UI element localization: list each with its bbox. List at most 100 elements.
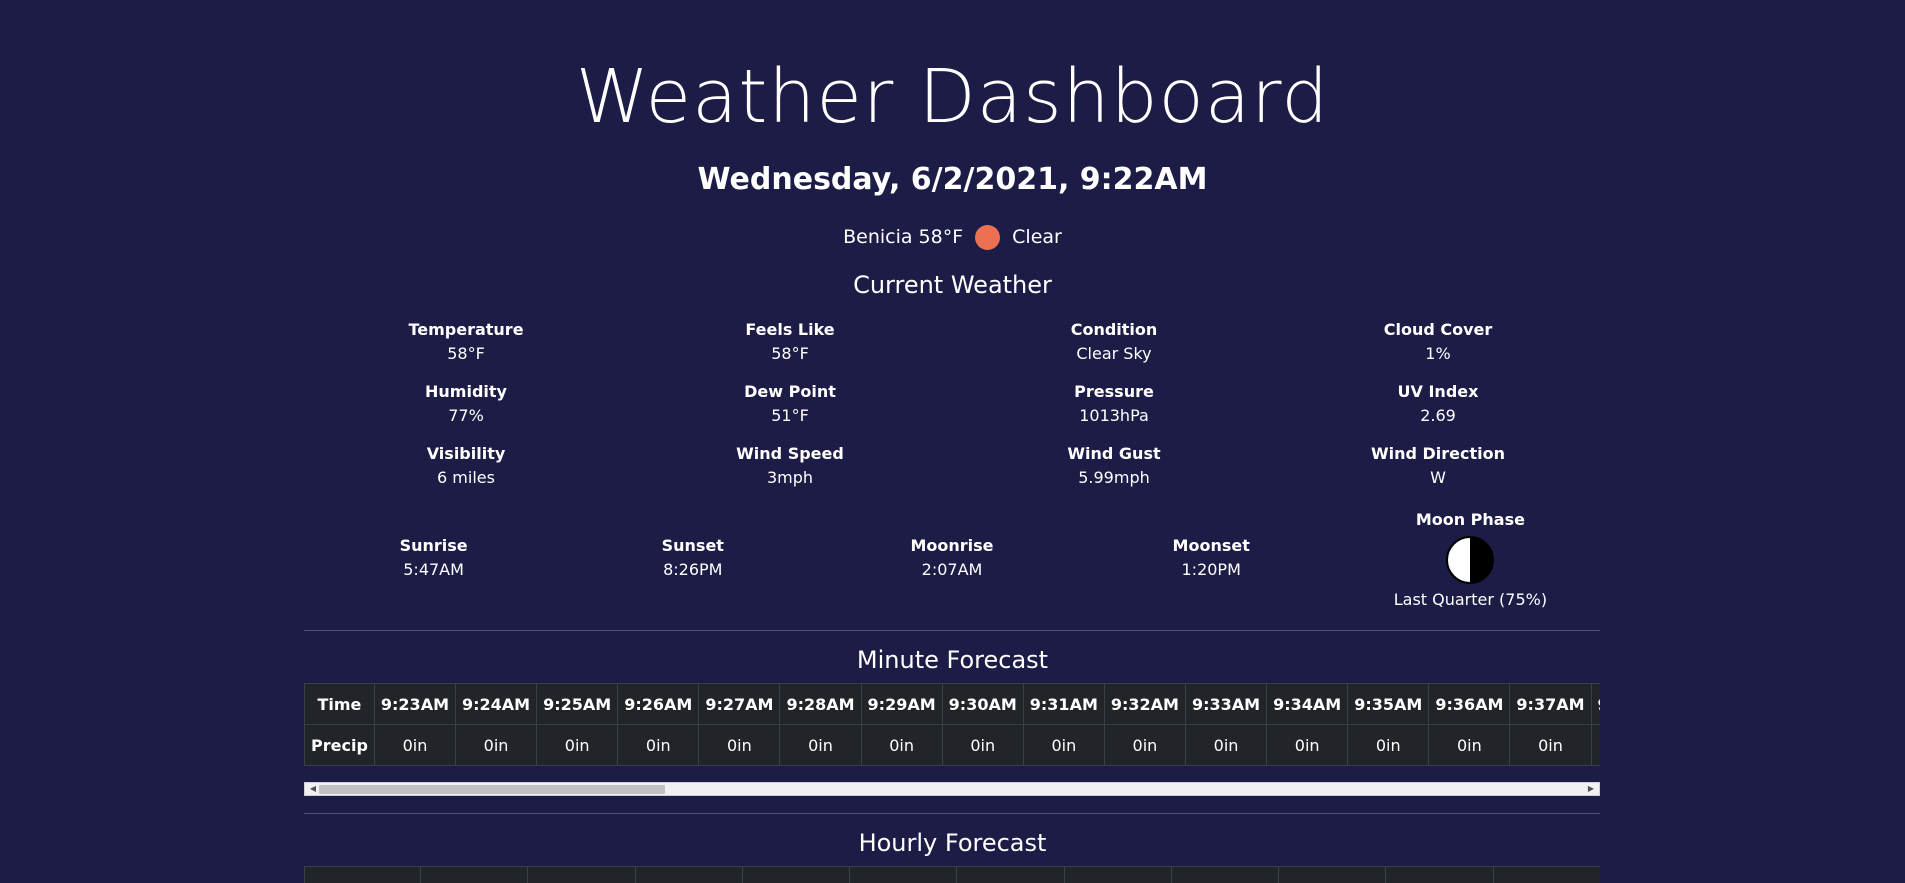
metric-value: 5.99mph xyxy=(1078,468,1150,487)
metric-label: UV Index xyxy=(1397,382,1479,401)
minute-precip-cell: 0in xyxy=(1266,724,1349,766)
metric-visibility: Visibility 6 miles xyxy=(304,442,628,490)
astro-sunrise: Sunrise 5:47AM xyxy=(304,534,563,612)
metric-label: Condition xyxy=(1070,320,1158,339)
astro-label: Moonset xyxy=(1172,536,1250,555)
metric-label: Dew Point xyxy=(744,382,836,401)
minute-precip-cell: 0in xyxy=(860,724,943,766)
minute-time-cell: 9:23AM xyxy=(373,683,457,725)
current-weather-grid: Temperature 58°F Feels Like 58°F Condition… xyxy=(304,318,1600,490)
astro-moonset: Moonset 1:20PM xyxy=(1082,534,1341,612)
metric-value: 58°F xyxy=(771,344,809,363)
metric-label: Wind Gust xyxy=(1067,444,1161,463)
astro-value: Last Quarter (75%) xyxy=(1393,590,1548,609)
metric-dew-point: Dew Point 51°F xyxy=(628,380,952,428)
current-datetime: Wednesday, 6/2/2021, 9:22AM xyxy=(697,162,1208,197)
minute-time-cell: 9:24AM xyxy=(454,683,538,725)
minute-precip-cell: 0in xyxy=(941,724,1024,766)
minute-time-cell: 9:26AM xyxy=(617,683,700,725)
astro-moon-phase: Moon Phase Last Quarter (75%) xyxy=(1341,508,1600,612)
metric-cloud-cover: Cloud Cover 1% xyxy=(1276,318,1600,366)
row-header-time: Time xyxy=(304,683,375,725)
metric-value: 3mph xyxy=(766,468,814,487)
table-cell xyxy=(420,866,528,883)
summary-temperature: 58°F xyxy=(918,226,964,248)
metric-value: 1% xyxy=(1425,344,1451,363)
minute-time-cell: 9:29AM xyxy=(860,683,943,725)
metric-wind-gust: Wind Gust 5.99mph xyxy=(952,442,1276,490)
sun-icon xyxy=(975,224,1001,250)
minute-time-cell: 9:36AM xyxy=(1428,683,1511,725)
location-name: Benicia xyxy=(843,226,913,248)
astro-value: 2:07AM xyxy=(921,560,983,579)
astronomy-row: Sunrise 5:47AM Sunset 8:26PM Moonrise 2:07A… xyxy=(304,508,1600,612)
table-cell xyxy=(527,866,635,883)
table-cell xyxy=(741,866,850,883)
metric-value: 6 miles xyxy=(437,468,495,487)
divider xyxy=(304,813,1600,814)
minute-time-cell: 9:27AM xyxy=(698,683,781,725)
weather-dashboard-page: Weather Dashboard Wednesday, 6/2/2021, 9… xyxy=(0,0,1905,883)
minute-time-cell: 9:35AM xyxy=(1347,683,1430,725)
metric-value: 51°F xyxy=(771,406,809,425)
metric-humidity: Humidity 77% xyxy=(304,380,628,428)
minute-time-cell: 9:33AM xyxy=(1184,683,1268,725)
minute-precip-cell: 0in xyxy=(1022,724,1105,766)
metric-pressure: Pressure 1013hPa xyxy=(952,380,1276,428)
astro-label: Moonrise xyxy=(910,536,994,555)
astro-value: 1:20PM xyxy=(1181,560,1241,579)
minute-precip-cell: 0in xyxy=(1103,724,1186,766)
current-weather-heading: Current Weather xyxy=(853,271,1052,299)
metric-value: W xyxy=(1430,468,1446,487)
minute-time-cell: 9:32AM xyxy=(1103,683,1186,725)
summary-condition: Clear xyxy=(1012,226,1062,248)
metric-label: Temperature xyxy=(408,320,524,339)
minute-precip-cell: 0in xyxy=(454,724,538,766)
minute-time-cell: 9:31AM xyxy=(1022,683,1105,725)
minute-time-cell: 9:28AM xyxy=(779,683,862,725)
location-summary: Benicia 58°F Clear xyxy=(0,224,1905,250)
metric-value: Clear Sky xyxy=(1076,344,1152,363)
minute-time-cell: 9:25AM xyxy=(536,683,619,725)
minute-forecast-table: Time 9:23AM 9:24AM 9:25AM 9:26AM 9:27AM 9:28A… xyxy=(304,683,1600,766)
minute-precip-cell: 0in xyxy=(373,724,457,766)
table-cell xyxy=(634,866,742,883)
horizontal-scrollbar[interactable]: ◀ ▶ xyxy=(304,782,1600,796)
metric-wind-direction: Wind Direction W xyxy=(1276,442,1600,490)
scroll-left-icon[interactable]: ◀ xyxy=(307,783,319,795)
scroll-right-icon[interactable]: ▶ xyxy=(1585,783,1597,795)
table-cell xyxy=(1063,866,1171,883)
minute-precip-cell: 0in xyxy=(1428,724,1511,766)
metric-temperature: Temperature 58°F xyxy=(304,318,628,366)
metric-label: Wind Direction xyxy=(1370,444,1506,463)
scrollbar-thumb[interactable] xyxy=(319,785,665,794)
astro-label: Moon Phase xyxy=(1415,510,1525,529)
metric-value: 77% xyxy=(448,406,484,425)
minute-precip-cell: 0in xyxy=(779,724,862,766)
minute-precip-cell: 0in xyxy=(1509,724,1592,766)
divider xyxy=(304,630,1600,631)
minute-precip-cell: 0in xyxy=(536,724,619,766)
metric-label: Pressure xyxy=(1074,382,1154,401)
moon-half-icon xyxy=(1446,536,1495,584)
metric-value: 1013hPa xyxy=(1079,406,1149,425)
minute-precip-cell: 0in xyxy=(1590,724,1600,766)
astro-label: Sunset xyxy=(661,536,724,555)
metric-feels-like: Feels Like 58°F xyxy=(628,318,952,366)
minute-precip-cell: 0in xyxy=(1184,724,1268,766)
page-title: Weather Dashboard xyxy=(575,54,1330,140)
metric-label: Humidity xyxy=(425,382,507,401)
minute-precip-cell: 0in xyxy=(1347,724,1430,766)
metric-wind-speed: Wind Speed 3mph xyxy=(628,442,952,490)
hourly-forecast-heading: Hourly Forecast xyxy=(858,829,1047,857)
table-cell xyxy=(1170,866,1279,883)
metric-value: 58°F xyxy=(447,344,485,363)
table-cell xyxy=(849,866,957,883)
metric-label: Feels Like xyxy=(745,320,835,339)
astro-sunset: Sunset 8:26PM xyxy=(563,534,822,612)
minute-forecast-table-container[interactable]: Time 9:23AM 9:24AM 9:25AM 9:26AM 9:27AM 9:28A… xyxy=(304,683,1600,766)
minute-precip-cell: 0in xyxy=(617,724,700,766)
hourly-forecast-table xyxy=(304,866,1600,883)
minute-precip-cell: 0in xyxy=(698,724,781,766)
table-cell xyxy=(956,866,1064,883)
